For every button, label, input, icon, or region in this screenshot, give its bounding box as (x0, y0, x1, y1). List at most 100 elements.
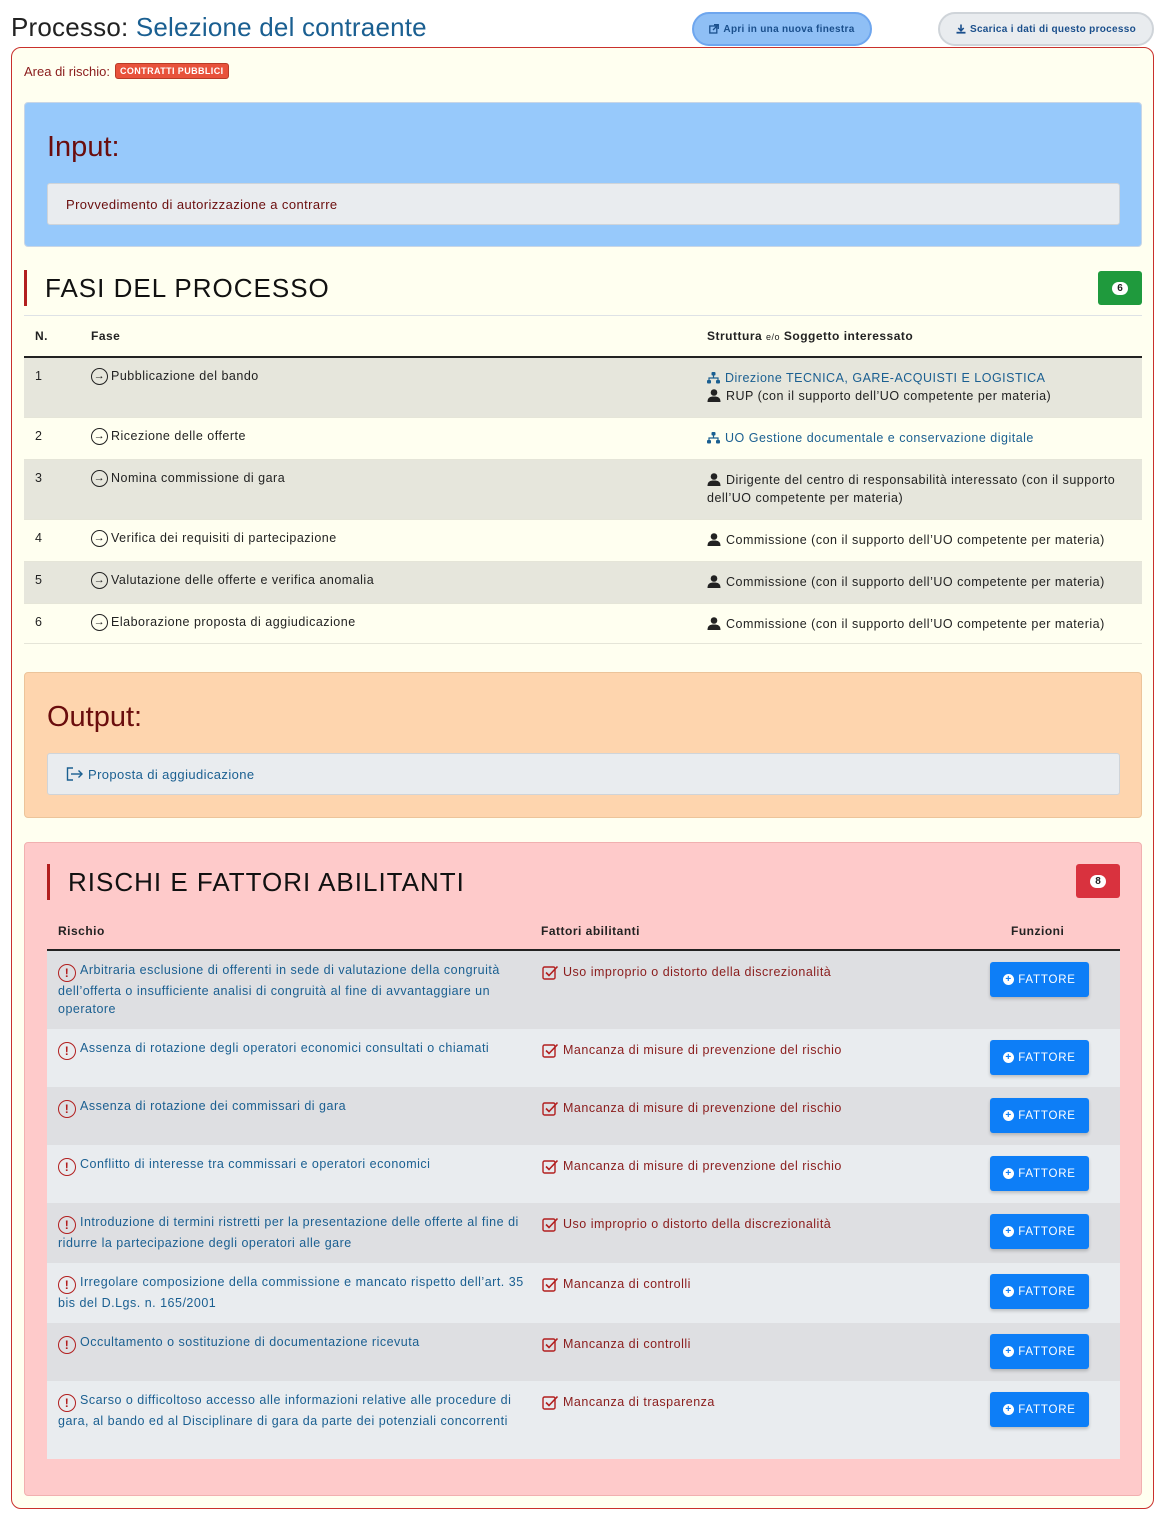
add-fattore-label: FATTORE (1018, 1167, 1076, 1180)
phase-name: Elaborazione proposta di aggiudicazione (111, 615, 356, 629)
plus-circle-icon: + (1003, 1226, 1015, 1237)
page-title: Processo: Selezione del contraente (11, 12, 427, 43)
output-value: Proposta di aggiudicazione (88, 766, 255, 782)
phase-org[interactable]: Direzione TECNICA, GARE-ACQUISTI E LOGIS… (707, 369, 1132, 387)
phase-row: 1 → Pubblicazione del bando Direzione TECNI… (24, 358, 1142, 418)
risk-cell[interactable]: ! Scarso o difficoltoso accesso alle info… (47, 1381, 529, 1459)
functions-cell: + FATTORE (969, 1029, 1120, 1087)
phases-table: N. Fase Struttura e/o Soggetto interessa… (24, 315, 1142, 644)
add-fattore-button[interactable]: + FATTORE (990, 1334, 1089, 1369)
factor-text: Uso improprio o distorto della discrezio… (563, 965, 832, 979)
factor-cell: Mancanza di misure di prevenzione del ri… (529, 1145, 969, 1203)
risk-cell[interactable]: ! Arbitraria esclusione di offerenti in s… (47, 951, 529, 1029)
check-square-icon (542, 965, 559, 980)
phase-number: 6 (35, 615, 43, 629)
col-rischio: Rischio (58, 924, 105, 938)
add-fattore-button[interactable]: + FATTORE (990, 1392, 1089, 1427)
factor-cell: Mancanza di misure di prevenzione del ri… (529, 1087, 969, 1145)
user-icon (707, 617, 721, 630)
phase-person-label: RUP (con il supporto dell’UO competente … (726, 389, 1052, 403)
risk-cell[interactable]: ! Assenza di rotazione dei commissari di … (47, 1087, 529, 1145)
title-prefix: Processo: (11, 12, 129, 42)
user-icon (707, 533, 721, 546)
plus-circle-icon: + (1003, 1286, 1015, 1297)
check-square-icon (542, 1337, 559, 1352)
risk-row: ! Assenza di rotazione dei commissari di … (47, 1087, 1120, 1145)
factor-cell: Uso improprio o distorto della discrezio… (529, 951, 969, 1029)
exclamation-circle-icon: ! (58, 1216, 76, 1234)
phase-struttura: Commissione (con il supporto dell’UO com… (707, 562, 1142, 603)
phases-count: 6 (1112, 281, 1128, 295)
plus-circle-icon: + (1003, 1404, 1015, 1415)
open-new-window-button[interactable]: Apri in una nuova finestra (692, 12, 872, 46)
sitemap-icon (707, 372, 720, 384)
risk-text: Assenza di rotazione degli operatori eco… (80, 1041, 490, 1055)
check-square-icon (542, 1101, 559, 1116)
input-value: Provvedimento di autorizzazione a contra… (47, 183, 1120, 225)
risk-row: ! Introduzione di termini ristretti per l… (47, 1203, 1120, 1263)
plus-circle-icon: + (1003, 1168, 1015, 1179)
risk-rows: ! Arbitraria esclusione di offerenti in s… (47, 951, 1120, 1459)
input-title: Input: (47, 131, 120, 163)
phases-header: N. Fase Struttura e/o Soggetto interessa… (24, 316, 1142, 358)
external-link-icon (709, 24, 720, 34)
phase-person-label: Dirigente del centro di responsabilità i… (707, 473, 1116, 505)
factor-text: Mancanza di controlli (563, 1337, 691, 1351)
add-fattore-button[interactable]: + FATTORE (990, 1156, 1089, 1191)
phases-count-badge: 6 (1098, 271, 1142, 305)
risk-text: Conflitto di interesse tra commissari e … (80, 1157, 431, 1171)
risk-text: Scarso o difficoltoso accesso alle infor… (58, 1393, 512, 1428)
factor-cell: Uso improprio o distorto della discrezio… (529, 1203, 969, 1263)
phase-org[interactable]: UO Gestione documentale e conservazione … (707, 429, 1132, 447)
risks-title: RISCHI E FATTORI ABILITANTI (47, 864, 465, 900)
plus-circle-icon: + (1003, 1110, 1015, 1121)
risk-text: Arbitraria esclusione di offerenti in se… (58, 963, 500, 1016)
download-data-button[interactable]: Scarica i dati di questo processo (938, 12, 1154, 46)
risk-area-badge: CONTRATTI PUBBLICI (114, 63, 229, 79)
risk-row: ! Occultamento o sostituzione di document… (47, 1323, 1120, 1381)
phase-struttura: Direzione TECNICA, GARE-ACQUISTI E LOGIS… (707, 358, 1142, 417)
add-fattore-button[interactable]: + FATTORE (990, 1098, 1089, 1133)
add-fattore-button[interactable]: + FATTORE (990, 1214, 1089, 1249)
phase-name: Valutazione delle offerte e verifica ano… (111, 573, 375, 587)
risk-cell[interactable]: ! Conflitto di interesse tra commissari e… (47, 1145, 529, 1203)
add-fattore-button[interactable]: + FATTORE (990, 1274, 1089, 1309)
phase-org-label: Direzione TECNICA, GARE-ACQUISTI E LOGIS… (725, 371, 1046, 385)
phase-person: Dirigente del centro di responsabilità i… (707, 471, 1132, 507)
phase-cell: → Valutazione delle offerte e verifica an… (91, 562, 707, 603)
phase-rows: 1 → Pubblicazione del bando Direzione TECNI… (24, 358, 1142, 644)
risk-area: Area di rischio: CONTRATTI PUBBLICI (24, 63, 229, 79)
phase-person-label: Commissione (con il supporto dell’UO com… (726, 533, 1105, 547)
risk-cell[interactable]: ! Introduzione di termini ristretti per l… (47, 1203, 529, 1263)
process-frame: Area di rischio: CONTRATTI PUBBLICI Inpu… (11, 47, 1154, 1509)
risk-cell[interactable]: ! Occultamento o sostituzione di document… (47, 1323, 529, 1381)
factor-cell: Mancanza di trasparenza (529, 1381, 969, 1459)
check-square-icon (542, 1043, 559, 1058)
add-fattore-button[interactable]: + FATTORE (990, 962, 1089, 997)
phase-cell: → Elaborazione proposta di aggiudicazione (91, 604, 707, 643)
risk-cell[interactable]: ! Assenza di rotazione degli operatori ec… (47, 1029, 529, 1087)
functions-cell: + FATTORE (969, 1323, 1120, 1381)
sitemap-icon (707, 432, 720, 444)
phase-row: 5 → Valutazione delle offerte e verifica a… (24, 562, 1142, 604)
phase-struttura: Commissione (con il supporto dell’UO com… (707, 520, 1142, 561)
check-square-icon (542, 1217, 559, 1232)
phases-title: FASI DEL PROCESSO (24, 270, 330, 306)
risk-cell[interactable]: ! Irregolare composizione della commissio… (47, 1263, 529, 1323)
factor-text: Uso improprio o distorto della discrezio… (563, 1217, 832, 1231)
phase-cell: → Ricezione delle offerte (91, 418, 707, 459)
phase-name: Nomina commissione di gara (111, 471, 286, 485)
input-panel: Input: Provvedimento di autorizzazione a… (24, 102, 1142, 247)
circle-arrow-right-icon: → (91, 572, 108, 589)
add-fattore-label: FATTORE (1018, 973, 1076, 986)
functions-cell: + FATTORE (969, 1087, 1120, 1145)
add-fattore-button[interactable]: + FATTORE (990, 1040, 1089, 1075)
download-icon (956, 24, 966, 34)
exclamation-circle-icon: ! (58, 1336, 76, 1354)
functions-cell: + FATTORE (969, 1381, 1120, 1459)
user-icon (707, 389, 721, 402)
phase-row: 4 → Verifica dei requisiti di partecipazio… (24, 520, 1142, 562)
risks-count: 8 (1090, 874, 1106, 888)
risk-row: ! Arbitraria esclusione di offerenti in s… (47, 951, 1120, 1029)
phase-number: 2 (35, 429, 43, 443)
